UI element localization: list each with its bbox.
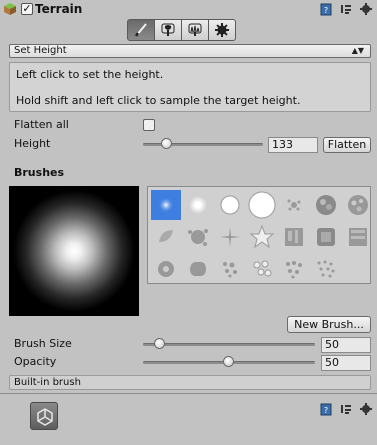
brush-size-value-field[interactable]: 50 xyxy=(321,337,371,353)
new-brush-button[interactable]: New Brush... xyxy=(287,316,371,333)
opacity-slider-thumb[interactable] xyxy=(223,356,234,367)
svg-text:?: ? xyxy=(324,6,328,15)
brush-star-burst[interactable] xyxy=(215,222,245,252)
brush-texture-a[interactable] xyxy=(279,222,309,252)
paint-height-tool[interactable] xyxy=(127,19,155,41)
brush-splat-small[interactable] xyxy=(279,190,309,220)
svg-text:?: ? xyxy=(324,406,328,415)
gear-icon xyxy=(215,23,229,37)
brush-size-slider[interactable] xyxy=(143,343,315,346)
help-box: Left click to set the height. Hold shift… xyxy=(9,62,371,112)
brush-soft-round-selected[interactable] xyxy=(151,190,181,220)
dropdown-value: Set Height xyxy=(14,45,67,56)
opacity-value-field[interactable]: 50 xyxy=(321,355,371,371)
brushes-title: Brushes xyxy=(14,166,65,179)
brush-leaf[interactable] xyxy=(151,222,181,252)
brush-texture-c[interactable] xyxy=(343,222,373,252)
grass-icon xyxy=(188,23,202,36)
brush-flower[interactable] xyxy=(151,254,181,284)
brush-texture-b[interactable] xyxy=(311,222,341,252)
brush-scatter[interactable] xyxy=(215,254,245,284)
tool-mode-dropdown[interactable]: Set Height ▲▼ xyxy=(9,44,371,58)
height-label: Height xyxy=(14,137,51,150)
help-line-2: Hold shift and left click to sample the … xyxy=(16,94,301,107)
terrain-settings-tool[interactable] xyxy=(208,19,236,41)
help-line-1: Left click to set the height. xyxy=(16,68,164,81)
height-value-field[interactable]: 133 xyxy=(268,137,318,153)
chevron-up-down-icon: ▲▼ xyxy=(351,46,364,55)
brush-noise-rough[interactable] xyxy=(343,190,373,220)
brush-medium-round[interactable] xyxy=(183,190,213,220)
paint-details-tool[interactable] xyxy=(181,19,209,41)
brush-icon xyxy=(134,23,147,37)
brush-hard-round-small[interactable] xyxy=(215,190,245,220)
component-header: ✓ Terrain ? xyxy=(0,0,377,18)
brush-blob[interactable] xyxy=(183,254,213,284)
terrain-tool-tabs xyxy=(127,19,236,41)
brush-splatter[interactable] xyxy=(183,222,213,252)
component-title: Terrain xyxy=(35,2,83,16)
brush-dots-medium[interactable] xyxy=(279,254,309,284)
brush-dots-large[interactable] xyxy=(247,254,277,284)
brush-size-label: Brush Size xyxy=(14,337,72,350)
flatten-all-label: Flatten all xyxy=(14,118,69,131)
enabled-checkbox[interactable]: ✓ xyxy=(21,3,33,15)
bottom-header-icons: ? xyxy=(319,402,373,416)
preset-icon[interactable] xyxy=(339,2,353,16)
brush-hard-round-large[interactable] xyxy=(247,190,277,220)
gear-icon[interactable] xyxy=(359,2,373,16)
brush-grid xyxy=(147,186,371,284)
brush-noise-cloud[interactable] xyxy=(311,190,341,220)
brush-preview xyxy=(9,186,139,316)
flatten-button[interactable]: Flatten xyxy=(323,137,371,153)
brush-star[interactable] xyxy=(247,222,277,252)
brush-dots-small[interactable] xyxy=(311,254,341,284)
brush-size-slider-thumb[interactable] xyxy=(154,338,166,349)
divider xyxy=(0,393,377,394)
help-book-icon[interactable]: ? xyxy=(319,2,333,16)
opacity-label: Opacity xyxy=(14,355,57,368)
preset-icon[interactable] xyxy=(339,402,353,416)
height-slider-thumb[interactable] xyxy=(161,138,172,149)
help-book-icon[interactable]: ? xyxy=(319,402,333,416)
tree-icon xyxy=(161,23,175,36)
unity-asset-icon xyxy=(30,402,58,430)
terrain-cube-icon xyxy=(4,3,16,15)
place-trees-tool[interactable] xyxy=(154,19,182,41)
flatten-all-checkbox[interactable] xyxy=(143,119,155,131)
gear-icon[interactable] xyxy=(359,402,373,416)
brush-status: Built-in brush xyxy=(9,375,371,390)
